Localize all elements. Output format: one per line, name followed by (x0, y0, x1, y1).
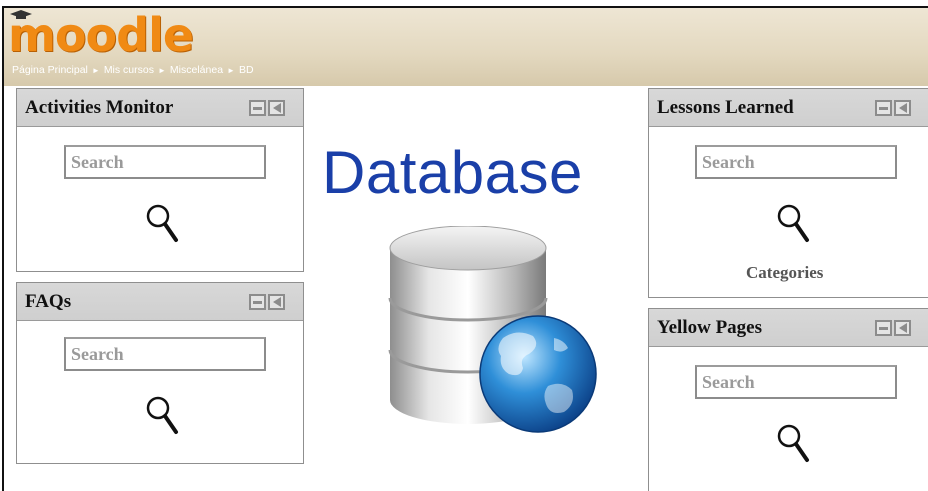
breadcrumb-current[interactable]: BD (239, 64, 254, 76)
breadcrumb-separator: ► (227, 65, 235, 75)
moodle-logo[interactable]: moodle (8, 8, 194, 62)
block-lessons-learned: Lessons Learned Categories (648, 88, 928, 298)
magnifier-icon[interactable] (776, 423, 810, 463)
breadcrumb: Página Principal ► Mis cursos ► Miscelán… (12, 62, 254, 78)
search-input[interactable] (695, 365, 897, 399)
search-input[interactable] (64, 145, 266, 179)
breadcrumb-home[interactable]: Página Principal (12, 64, 88, 76)
block-header: Lessons Learned (649, 89, 928, 127)
block-yellow-pages: Yellow Pages (648, 308, 928, 491)
block-header: Activities Monitor (17, 89, 303, 127)
magnifier-icon[interactable] (145, 395, 179, 435)
block-activities-monitor: Activities Monitor (16, 88, 304, 272)
page-frame: moodle Página Principal ► Mis cursos ► M… (2, 6, 928, 491)
minimize-icon[interactable] (875, 100, 892, 116)
minimize-icon[interactable] (875, 320, 892, 336)
block-faqs: FAQs (16, 282, 304, 464)
database-with-globe-icon (388, 226, 597, 433)
breadcrumb-separator: ► (91, 65, 100, 75)
dock-left-icon[interactable] (268, 294, 285, 310)
minimize-icon[interactable] (249, 294, 266, 310)
block-header: FAQs (17, 283, 303, 321)
magnifier-icon[interactable] (776, 203, 810, 243)
block-title: Lessons Learned (657, 97, 794, 118)
breadcrumb-separator: ► (158, 65, 166, 75)
block-title: FAQs (25, 291, 72, 312)
logo-text: moodle (8, 8, 194, 62)
dock-left-icon[interactable] (894, 320, 911, 336)
block-title: Yellow Pages (657, 317, 763, 338)
search-input[interactable] (695, 145, 897, 179)
page-title: Database (322, 139, 583, 206)
categories-link[interactable]: Categories (746, 263, 823, 283)
breadcrumb-category[interactable]: Miscelánea (170, 64, 223, 76)
dock-left-icon[interactable] (268, 100, 285, 116)
dock-left-icon[interactable] (894, 100, 911, 116)
search-input[interactable] (64, 337, 266, 371)
block-title: Activities Monitor (25, 97, 174, 118)
breadcrumb-my-courses[interactable]: Mis cursos (104, 64, 154, 76)
block-header: Yellow Pages (649, 309, 928, 347)
site-header: moodle Página Principal ► Mis cursos ► M… (4, 8, 928, 86)
magnifier-icon[interactable] (145, 203, 179, 243)
graduation-cap-icon (10, 10, 32, 19)
minimize-icon[interactable] (249, 100, 266, 116)
